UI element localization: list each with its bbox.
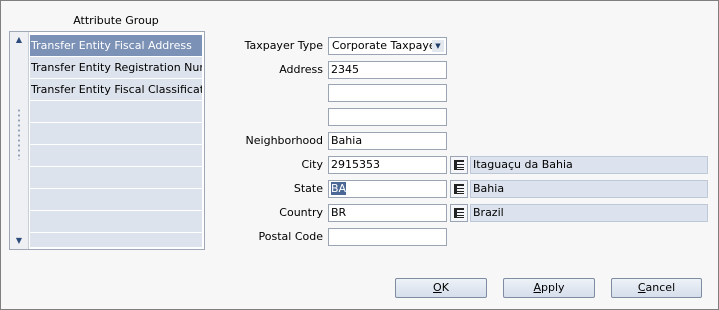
scroll-grip-icon[interactable]	[17, 108, 21, 160]
list-item-empty[interactable]	[30, 233, 202, 247]
list-item-empty[interactable]	[30, 211, 202, 233]
country-lov-button[interactable]	[450, 204, 468, 222]
attribute-group-dialog: Attribute Group ▲ ▼ Transfer Entity Fisc…	[0, 0, 719, 310]
state-name-field: Bahia	[470, 180, 708, 198]
neighborhood-field[interactable]: Bahia	[328, 132, 447, 150]
taxpayer-type-value: Corporate Taxpayer	[332, 39, 441, 52]
country-code-field[interactable]: BR	[328, 204, 447, 222]
apply-button-mnemonic: A	[533, 281, 541, 294]
city-name-field: Itaguaçu da Bahia	[470, 156, 708, 174]
country-label: Country	[279, 206, 323, 219]
taxpayer-type-label: Taxpayer Type	[244, 39, 323, 52]
list-item-fiscal-classification[interactable]: Transfer Entity Fiscal Classification	[30, 79, 202, 101]
list-of-values-icon	[454, 184, 464, 194]
cancel-button[interactable]: Cancel	[611, 278, 702, 298]
address-line3-field[interactable]	[328, 108, 447, 126]
list-item-empty[interactable]	[30, 123, 202, 145]
state-label: State	[293, 182, 323, 195]
address-line1-field[interactable]: 2345	[328, 61, 447, 79]
ok-button-label: K	[441, 281, 449, 294]
list-item-empty[interactable]	[30, 101, 202, 123]
list-item-empty[interactable]	[30, 189, 202, 211]
state-code-field[interactable]: BA	[328, 180, 447, 198]
attribute-group-scrollbar[interactable]: ▲ ▼	[10, 32, 29, 249]
dropdown-arrow-icon[interactable]: ▼	[432, 40, 444, 52]
neighborhood-label: Neighborhood	[245, 134, 323, 147]
attribute-group-list: Transfer Entity Fiscal Address Transfer …	[30, 35, 202, 247]
state-code-selected-text: BA	[331, 182, 347, 195]
taxpayer-type-select[interactable]: Corporate Taxpayer ▼	[328, 37, 447, 55]
country-name-field: Brazil	[470, 204, 708, 222]
attribute-group-list-panel: ▲ ▼ Transfer Entity Fiscal Address Trans…	[9, 31, 205, 250]
state-lov-button[interactable]	[450, 180, 468, 198]
list-item-fiscal-address[interactable]: Transfer Entity Fiscal Address	[30, 35, 202, 57]
scroll-up-arrow-icon[interactable]: ▲	[13, 35, 25, 45]
city-lov-button[interactable]	[450, 156, 468, 174]
list-item-empty[interactable]	[30, 167, 202, 189]
ok-button[interactable]: OK	[395, 278, 487, 298]
apply-button[interactable]: Apply	[503, 278, 595, 298]
list-item-empty[interactable]	[30, 145, 202, 167]
ok-button-mnemonic: O	[433, 281, 442, 294]
apply-button-label: pply	[541, 281, 565, 294]
cancel-button-label: ancel	[645, 281, 676, 294]
list-of-values-icon	[454, 160, 464, 170]
postal-code-label: Postal Code	[258, 230, 323, 243]
cancel-button-mnemonic: C	[637, 281, 646, 294]
list-item-registration-number[interactable]: Transfer Entity Registration Number	[30, 57, 202, 79]
attribute-group-title: Attribute Group	[73, 14, 159, 27]
postal-code-field[interactable]	[328, 228, 447, 246]
list-of-values-icon	[454, 208, 464, 218]
city-label: City	[301, 158, 323, 171]
address-line2-field[interactable]	[328, 84, 447, 102]
scroll-down-arrow-icon[interactable]: ▼	[13, 236, 25, 246]
city-code-field[interactable]: 2915353	[328, 156, 447, 174]
address-label: Address	[279, 63, 323, 76]
